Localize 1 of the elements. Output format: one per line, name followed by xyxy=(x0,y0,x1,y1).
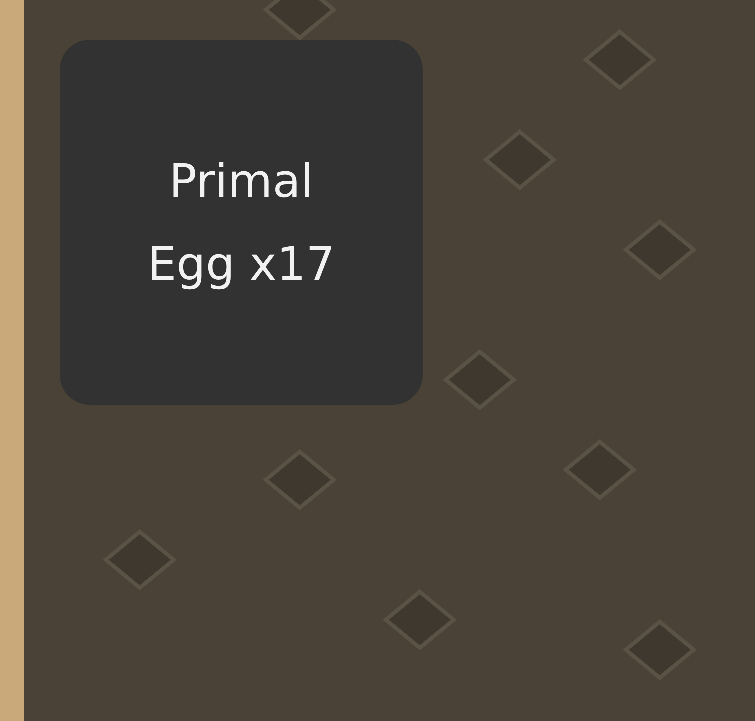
tooltip-text: Primal Egg x17 xyxy=(146,152,336,292)
